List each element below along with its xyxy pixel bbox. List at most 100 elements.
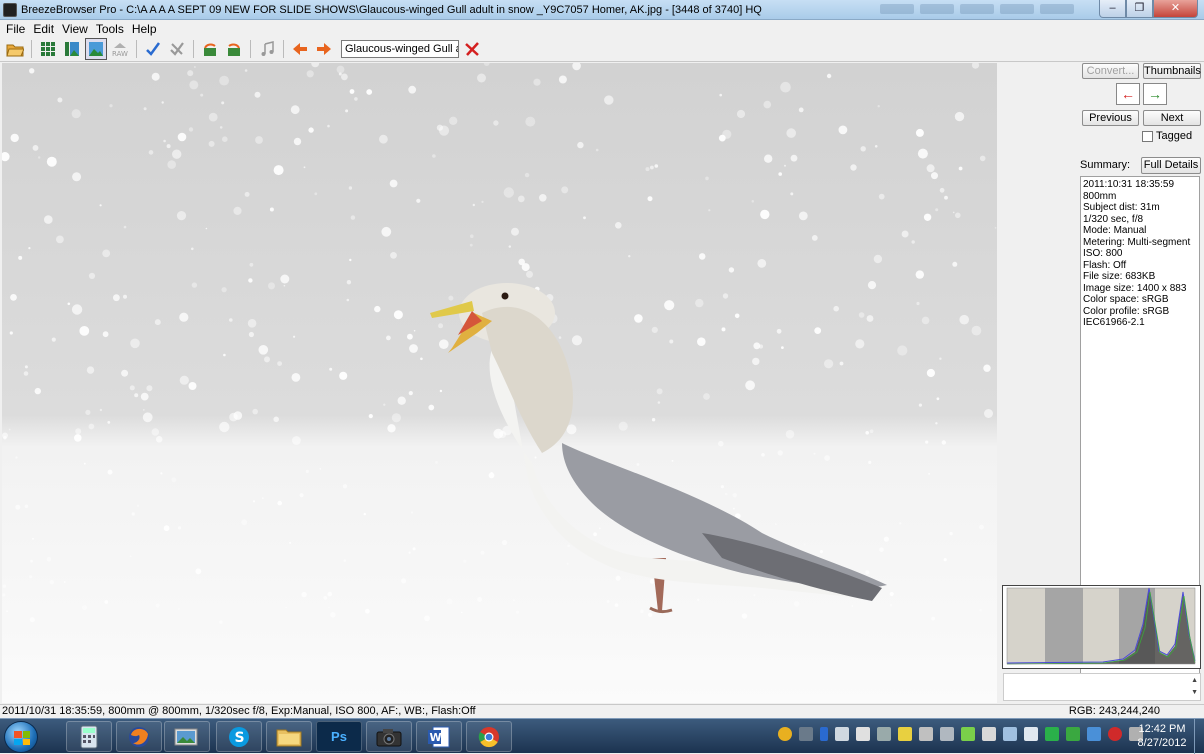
menu-file[interactable]: File bbox=[4, 22, 31, 36]
scroll-up-icon[interactable]: ▲ bbox=[1191, 677, 1198, 684]
toolbar-separator bbox=[136, 40, 137, 58]
calculator-icon[interactable] bbox=[66, 721, 112, 752]
image-view-icon[interactable] bbox=[85, 38, 107, 60]
summary-line: 800mm bbox=[1083, 190, 1117, 202]
previous-button[interactable]: Previous bbox=[1082, 110, 1139, 126]
photo-viewer-icon[interactable] bbox=[164, 721, 210, 752]
previous-image-icon[interactable]: ← bbox=[1116, 83, 1140, 105]
system-tray bbox=[778, 727, 1143, 741]
menu-bar: File Edit View Tools Help bbox=[0, 20, 1204, 37]
title-bar: BreezeBrowser Pro - C:\A A A A SEPT 09 N… bbox=[0, 0, 1204, 20]
rotate-right-icon[interactable] bbox=[223, 38, 245, 60]
status-rgb: RGB: 243,244,240 bbox=[1068, 705, 1160, 717]
clock-time: 12:42 PM bbox=[1138, 723, 1186, 735]
window-controls: – ❐ ✕ bbox=[1099, 0, 1198, 18]
image-viewer[interactable] bbox=[2, 63, 997, 703]
toolbar-separator bbox=[250, 40, 251, 58]
untag-icon[interactable] bbox=[166, 38, 188, 60]
skype-glyph: S bbox=[235, 730, 245, 746]
red-app-icon[interactable] bbox=[1108, 727, 1122, 741]
taskbar: S Ps W 12:42 PM 8/27/2012 bbox=[0, 718, 1204, 754]
cloud-backup-icon[interactable] bbox=[1087, 727, 1101, 741]
power-plug-icon[interactable] bbox=[1003, 727, 1017, 741]
thumbnail-grid-icon[interactable] bbox=[37, 38, 59, 60]
minimize-button[interactable]: – bbox=[1099, 0, 1126, 18]
volume-icon[interactable] bbox=[940, 727, 954, 741]
summary-line: ISO: 800 bbox=[1083, 248, 1123, 259]
music-icon[interactable] bbox=[256, 38, 278, 60]
wireless-icon[interactable] bbox=[961, 727, 975, 741]
rotate-left-icon[interactable] bbox=[199, 38, 221, 60]
menu-help[interactable]: Help bbox=[130, 22, 163, 36]
word-glyph: W bbox=[430, 731, 442, 744]
open-folder-icon[interactable] bbox=[4, 38, 26, 60]
photoshop-glyph: Ps bbox=[331, 729, 347, 744]
next-arrow-icon[interactable] bbox=[313, 38, 335, 60]
notification-warning-icon[interactable] bbox=[778, 727, 792, 741]
maximize-button[interactable]: ❐ bbox=[1126, 0, 1153, 18]
raw-icon[interactable]: RAW bbox=[109, 38, 131, 60]
thumbnails-button[interactable]: Thumbnails bbox=[1143, 63, 1201, 79]
tag-check-icon[interactable] bbox=[142, 38, 164, 60]
pen-tool-icon[interactable] bbox=[877, 727, 891, 741]
network-adapter-icon[interactable] bbox=[799, 727, 813, 741]
window-title: BreezeBrowser Pro - C:\A A A A SEPT 09 N… bbox=[21, 3, 762, 16]
delete-x-icon[interactable] bbox=[461, 38, 483, 60]
toolbar-separator bbox=[31, 40, 32, 58]
taskbar-clock[interactable]: 12:42 PM 8/27/2012 bbox=[1132, 722, 1192, 750]
thumbnail-preview-icon[interactable] bbox=[61, 38, 83, 60]
explorer-folder-icon[interactable] bbox=[266, 721, 312, 752]
summary-line: Image size: 1400 x 883 bbox=[1083, 282, 1187, 294]
tagged-checkbox[interactable] bbox=[1142, 131, 1153, 142]
toolbar: RAW Glaucous-winged Gull ad ▼ bbox=[0, 37, 1204, 62]
menu-edit[interactable]: Edit bbox=[31, 22, 60, 36]
skype-icon[interactable]: S bbox=[216, 721, 262, 752]
show-desktop-button[interactable] bbox=[1194, 719, 1204, 754]
gull-photo bbox=[2, 63, 997, 703]
close-button[interactable]: ✕ bbox=[1153, 0, 1198, 18]
battery-icon[interactable] bbox=[856, 727, 870, 741]
histogram bbox=[1002, 585, 1201, 669]
summary-label: Summary: bbox=[1080, 159, 1131, 171]
firefox-icon[interactable] bbox=[116, 721, 162, 752]
security-shield-icon[interactable] bbox=[898, 727, 912, 741]
menu-tools[interactable]: Tools bbox=[94, 22, 130, 36]
summary-line: Metering: Multi-segment bbox=[1083, 236, 1191, 248]
summary-line: Flash: Off bbox=[1083, 259, 1127, 271]
summary-scrollbar[interactable]: ▲ ▼ bbox=[1003, 673, 1201, 701]
start-button[interactable] bbox=[4, 721, 38, 753]
mail-icon[interactable] bbox=[1024, 727, 1038, 741]
status-bar: 2011/10/31 18:35:59, 800mm @ 800mm, 1/32… bbox=[0, 704, 1204, 718]
file-select-dropdown[interactable]: Glaucous-winged Gull ad ▼ bbox=[341, 40, 459, 58]
signal-bars-icon[interactable] bbox=[835, 727, 849, 741]
display-icon[interactable] bbox=[919, 727, 933, 741]
word-icon[interactable]: W bbox=[416, 721, 462, 752]
tagged-label: Tagged bbox=[1156, 130, 1193, 142]
clock-date: 8/27/2012 bbox=[1137, 737, 1187, 749]
svg-text:RAW: RAW bbox=[112, 50, 128, 57]
windows-logo-icon bbox=[14, 731, 30, 745]
summary-line: File size: 683KB bbox=[1083, 271, 1156, 282]
file-select-value: Glaucous-winged Gull ad bbox=[345, 43, 459, 55]
menu-view[interactable]: View bbox=[60, 22, 94, 36]
chrome-icon[interactable] bbox=[466, 721, 512, 752]
next-image-icon[interactable]: → bbox=[1143, 83, 1167, 105]
summary-line: Color profile: sRGB bbox=[1083, 305, 1170, 317]
summary-line: Mode: Manual bbox=[1083, 225, 1147, 236]
aero-peek-strip bbox=[880, 4, 1074, 14]
previous-arrow-icon[interactable] bbox=[289, 38, 311, 60]
full-details-button[interactable]: Full Details bbox=[1141, 157, 1201, 174]
action-center-flag-icon[interactable] bbox=[982, 727, 996, 741]
next-button[interactable]: Next bbox=[1143, 110, 1201, 126]
scroll-down-icon[interactable]: ▼ bbox=[1191, 689, 1198, 696]
convert-button[interactable]: Convert... bbox=[1082, 63, 1139, 79]
photoshop-icon[interactable]: Ps bbox=[316, 721, 362, 752]
sync-check-icon[interactable] bbox=[1045, 727, 1059, 741]
camera-app-icon[interactable] bbox=[366, 721, 412, 752]
toolbar-separator bbox=[193, 40, 194, 58]
app-status-icon[interactable] bbox=[1066, 727, 1080, 741]
summary-line: Subject dist: 31m bbox=[1083, 202, 1160, 213]
status-exif: 2011/10/31 18:35:59, 800mm @ 800mm, 1/32… bbox=[2, 705, 476, 717]
summary-line: Color space: sRGB bbox=[1083, 294, 1169, 305]
bluetooth-icon[interactable] bbox=[820, 727, 828, 741]
